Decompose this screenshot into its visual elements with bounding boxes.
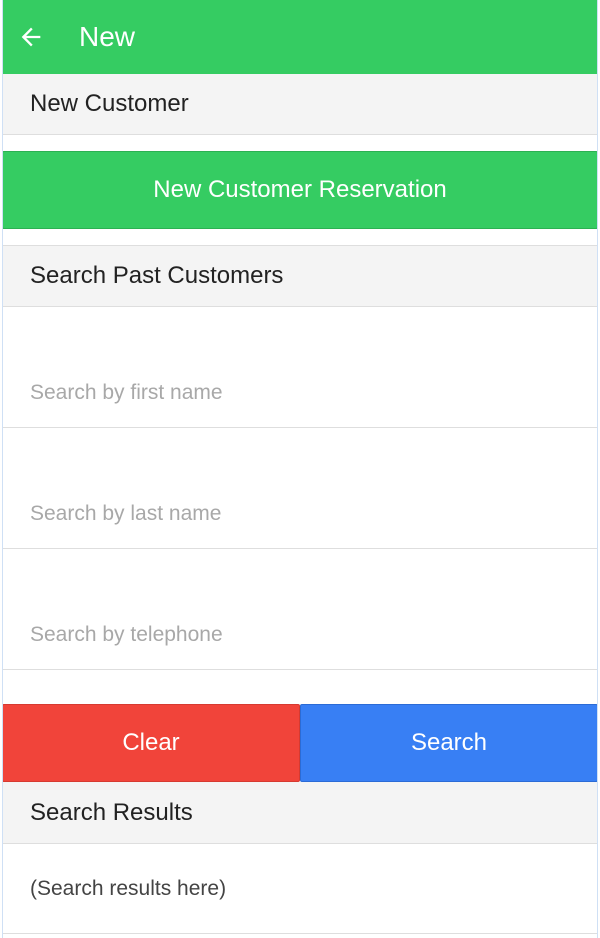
last-name-field — [3, 428, 597, 549]
app-header: New — [3, 0, 597, 74]
back-button[interactable] — [3, 0, 59, 74]
first-name-search-input[interactable] — [30, 381, 570, 405]
new-customer-reservation-button[interactable]: New Customer Reservation — [3, 151, 597, 229]
last-name-search-input[interactable] — [30, 502, 570, 526]
search-results-placeholder: (Search results here) — [30, 876, 227, 900]
page-title: New — [79, 21, 136, 52]
search-results-section-header: Search Results — [3, 782, 597, 844]
search-button[interactable]: Search — [300, 704, 597, 782]
telephone-search-input[interactable] — [30, 623, 570, 647]
first-name-field — [3, 307, 597, 428]
new-customer-section-header: New Customer — [3, 74, 597, 135]
telephone-field — [3, 549, 597, 670]
spacer — [3, 229, 597, 245]
search-actions: Clear Search — [3, 704, 597, 782]
app-screen: New New Customer New Customer Reservatio… — [2, 0, 598, 938]
search-past-customers-section-header: Search Past Customers — [3, 245, 597, 307]
search-results-list: (Search results here) — [3, 844, 597, 934]
spacer — [3, 670, 597, 704]
clear-button[interactable]: Clear — [3, 704, 300, 782]
arrow-left-icon — [21, 27, 41, 47]
spacer — [3, 135, 597, 151]
